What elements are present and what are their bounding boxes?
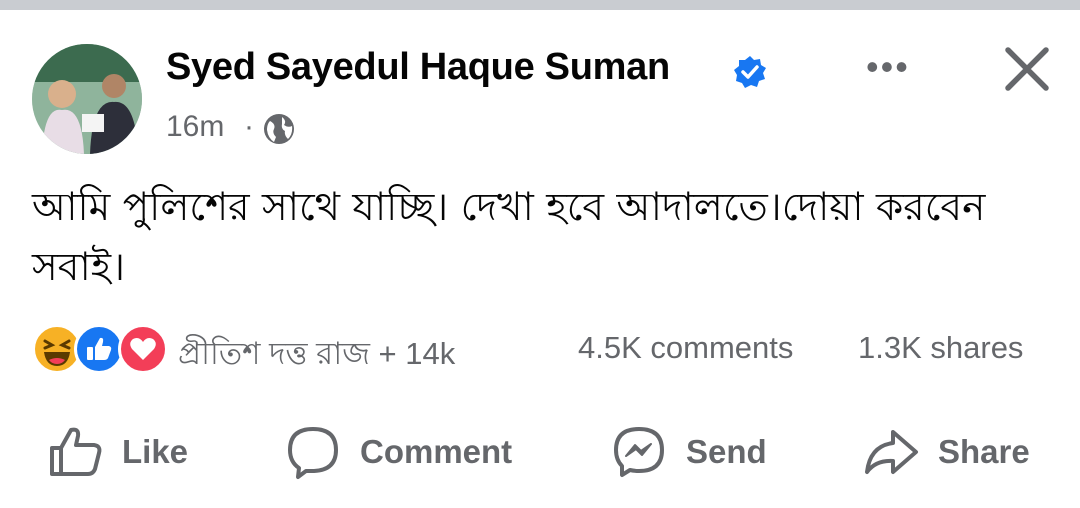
messenger-icon <box>614 427 664 477</box>
comment-icon <box>288 427 338 479</box>
globe-icon <box>264 114 294 144</box>
like-button[interactable]: Like <box>46 420 188 484</box>
shares-count[interactable]: 1.3K shares <box>858 330 1023 366</box>
author-name[interactable]: Syed Sayedul Haque Suman <box>166 46 670 89</box>
reaction-icons[interactable] <box>32 324 172 374</box>
comment-label: Comment <box>360 433 513 470</box>
top-divider <box>0 0 1080 10</box>
close-icon[interactable] <box>996 38 1058 100</box>
love-icon <box>118 324 168 374</box>
avatar[interactable] <box>32 44 142 154</box>
reaction-summary[interactable]: প্রীতিশ দত্ত রাজ + 14k <box>178 330 455 382</box>
avatar-photo <box>32 44 142 154</box>
send-label: Send <box>686 433 767 470</box>
share-arrow-icon <box>865 430 918 474</box>
post-text: আমি পুলিশের সাথে যাচ্ছি। দেখা হবে আদালতে… <box>32 185 986 290</box>
share-button[interactable]: Share <box>862 420 1030 484</box>
comment-button[interactable]: Comment <box>284 420 512 484</box>
thumbs-up-icon <box>50 427 102 476</box>
like-label: Like <box>122 433 189 470</box>
meta-separator: · <box>244 110 254 143</box>
send-button[interactable]: Send <box>610 420 767 484</box>
share-label: Share <box>938 433 1030 470</box>
like-icon <box>74 324 124 374</box>
verified-badge-icon <box>734 56 766 88</box>
post-timestamp[interactable]: 16m <box>166 110 224 144</box>
more-options-button[interactable]: ••• <box>866 49 926 85</box>
comments-count[interactable]: 4.5K comments <box>578 330 793 366</box>
